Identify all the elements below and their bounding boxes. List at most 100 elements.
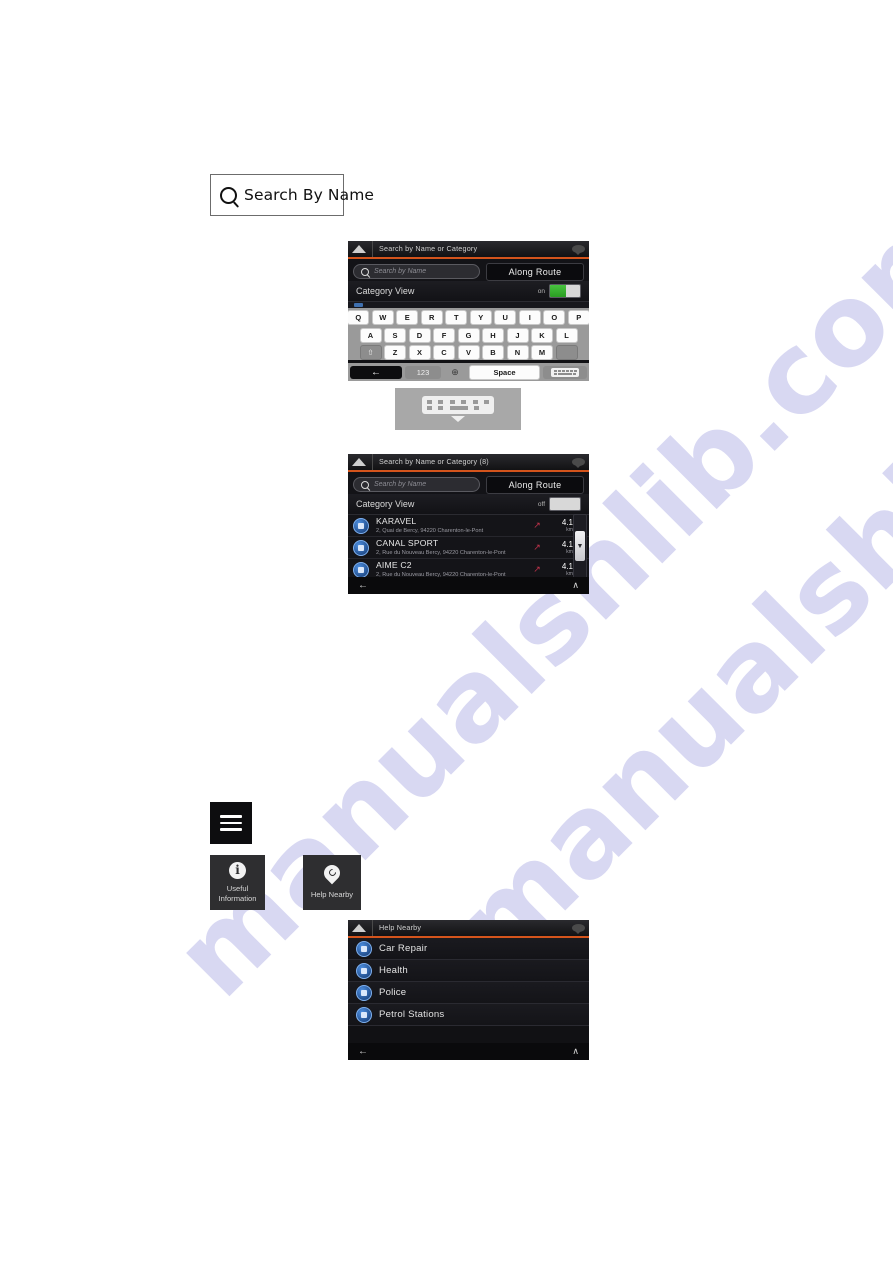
key-c[interactable]: C [433,345,455,360]
category-view-state: off [537,500,545,508]
key-o[interactable]: O [543,310,566,325]
key-l[interactable]: L [555,327,578,343]
category-view-label: Category View [356,286,415,296]
petrol-pump-icon [356,1006,372,1023]
onscreen-keyboard[interactable]: Q W E R T Y U I O P A S D F G H J K L ⇧ … [348,308,589,360]
key-a[interactable]: A [359,327,382,343]
along-route-button[interactable]: Along Route [486,475,584,494]
key-d[interactable]: D [408,327,431,343]
screen-title: Help Nearby [372,920,572,936]
key-t[interactable]: T [445,310,468,325]
poi-icon [353,561,369,578]
key-p[interactable]: P [567,310,589,325]
key-q[interactable]: Q [348,310,370,325]
result-distance: 4.1 km [545,540,573,555]
key-r[interactable]: R [420,310,443,325]
key-m[interactable]: M [531,345,553,360]
speech-bubble-icon[interactable] [572,924,585,934]
key-shift[interactable]: ⇧ [359,345,382,360]
scrollbar[interactable]: ▼ [573,514,587,580]
result-distance: 4.1 km [545,562,573,577]
result-address: 2, Rue du Nouveau Bercy, 94220 Charenton… [376,550,506,556]
distance-value: 4.1 [561,518,573,527]
category-view-row[interactable]: Category View on [348,281,589,302]
scroll-up-button[interactable]: ∧ [572,580,579,591]
space-key[interactable]: Space [469,364,540,380]
scroll-thumb[interactable]: ▼ [575,531,585,561]
tile-label: Help Nearby [310,890,354,899]
back-button[interactable]: ← [358,1046,368,1057]
tile-useful-information[interactable]: i Useful Information [210,855,265,910]
key-v[interactable]: V [457,345,480,360]
watermark: manualshlib.com manualshlib.com [0,0,893,1263]
direction-arrow-icon: ↗ [533,520,541,530]
result-address: 2, Quai de Bercy, 94220 Charenton-le-Pon… [376,528,484,534]
key-g[interactable]: G [457,327,480,343]
key-j[interactable]: J [506,327,529,343]
table-row[interactable]: CANAL SPORT 2, Rue du Nouveau Bercy, 942… [348,537,589,559]
hamburger-menu-icon-bar [220,821,242,825]
result-text: CANAL SPORT 2, Rue du Nouveau Bercy, 942… [376,538,531,557]
search-placeholder: Search by Name [374,268,427,275]
screen-title: Search by Name or Category [372,241,572,257]
navi-screen-help-nearby: Help Nearby Car Repair Health Police Pet… [348,920,589,1060]
search-by-name-label: Search By Name [244,186,375,204]
key-w[interactable]: W [371,310,394,325]
search-input[interactable]: Search by Name [353,477,480,492]
category-view-toggle[interactable] [549,497,581,511]
category-view-row[interactable]: Category View off [348,494,589,515]
key-b[interactable]: B [482,345,504,360]
along-route-button[interactable]: Along Route [486,262,584,281]
navi-screen-search-results: Search by Name or Category (8) Search by… [348,454,589,594]
scroll-up-button[interactable]: ∧ [572,1046,579,1057]
direction-arrow-icon: ↗ [533,542,541,552]
hamburger-menu-button[interactable] [210,802,252,844]
speech-bubble-icon[interactable] [572,458,585,468]
key-s[interactable]: S [384,327,406,343]
info-icon: i [229,861,246,879]
list-item[interactable]: Petrol Stations [348,1004,589,1026]
up-arrow-icon[interactable] [352,924,366,932]
direction-arrow-icon: ↗ [533,564,541,574]
key-e[interactable]: E [396,310,419,325]
keyboard-bottom-row: ← 123 ⊕ Space [348,362,589,381]
hide-keyboard-button[interactable] [395,388,521,430]
language-globe-icon[interactable]: ⊕ [444,365,466,379]
key-backspace[interactable] [555,345,578,360]
numbers-key[interactable]: 123 [405,365,441,379]
key-f[interactable]: F [433,327,455,343]
key-n[interactable]: N [506,345,529,360]
list-item[interactable]: Car Repair [348,938,589,960]
up-arrow-icon[interactable] [352,245,366,253]
key-i[interactable]: I [518,310,541,325]
hamburger-menu-icon-bar [220,815,242,818]
key-h[interactable]: H [482,327,504,343]
list-item[interactable]: Police [348,982,589,1004]
up-arrow-icon[interactable] [352,458,366,466]
list-item-label: Health [379,965,408,976]
search-row: Search by Name Along Route [348,259,589,281]
keyboard-row-1: Q W E R T Y U I O P [348,310,589,325]
results-list: KARAVEL 2, Quai de Bercy, 94220 Charento… [348,515,589,581]
search-by-name-button[interactable]: Search By Name [210,174,374,216]
key-u[interactable]: U [494,310,517,325]
poi-icon [353,539,369,556]
screen-title: Search by Name or Category (8) [372,454,572,470]
table-row[interactable]: KARAVEL 2, Quai de Bercy, 94220 Charento… [348,515,589,537]
key-z[interactable]: Z [384,345,406,360]
result-name: AIME C2 [376,560,412,570]
poi-icon [353,517,369,534]
category-view-toggle[interactable] [549,284,581,298]
list-item-label: Car Repair [379,943,428,954]
key-y[interactable]: Y [469,310,492,325]
key-k[interactable]: K [531,327,553,343]
back-button[interactable]: ← [358,580,368,591]
search-input[interactable]: Search by Name [353,264,480,279]
tile-help-nearby[interactable]: Help Nearby [303,855,361,910]
speech-bubble-icon[interactable] [572,245,585,255]
back-button[interactable]: ← [350,365,402,379]
list-item[interactable]: Health [348,960,589,982]
result-name: KARAVEL [376,516,417,526]
key-x[interactable]: X [408,345,431,360]
hide-keyboard-icon[interactable] [543,365,587,379]
